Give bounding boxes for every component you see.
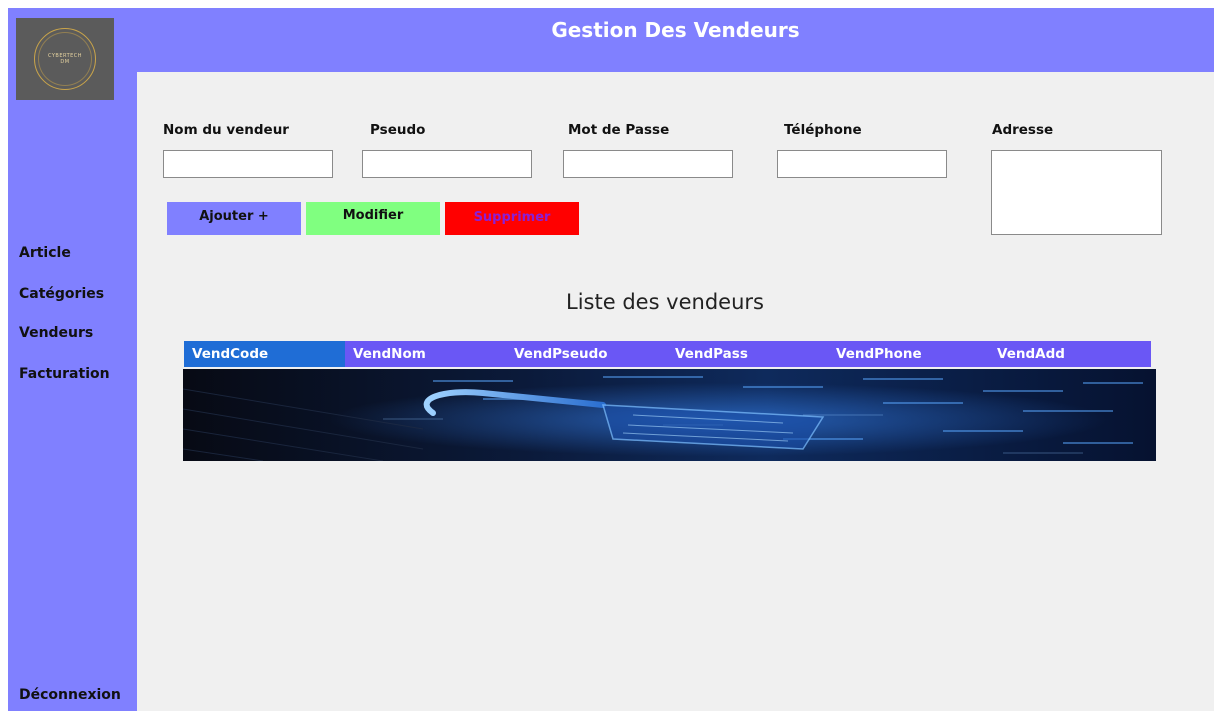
address-label: Adresse <box>992 122 1054 138</box>
sidebar-item-article[interactable]: Article <box>19 245 71 261</box>
cyber-lock-background-image <box>183 369 1156 461</box>
sidebar-item-vendeurs[interactable]: Vendeurs <box>19 325 93 341</box>
password-label: Mot de Passe <box>568 122 670 138</box>
column-header-vendnom[interactable]: VendNom <box>345 341 506 367</box>
sidebar: CYBERTECH DM Article Catégories Vendeurs… <box>8 8 137 711</box>
logo: CYBERTECH DM <box>16 18 114 100</box>
address-textarea[interactable] <box>991 150 1162 235</box>
delete-button[interactable]: Supprimer <box>445 202 579 235</box>
column-header-vendpseudo[interactable]: VendPseudo <box>506 341 667 367</box>
add-button[interactable]: Ajouter + <box>167 202 301 235</box>
page-title: Gestion Des Vendeurs <box>551 18 800 42</box>
header-bar: Gestion Des Vendeurs <box>137 8 1214 72</box>
logo-emblem-icon: CYBERTECH DM <box>34 28 96 90</box>
column-header-vendpass[interactable]: VendPass <box>667 341 828 367</box>
nom-input[interactable] <box>163 150 333 178</box>
list-title: Liste des vendeurs <box>566 290 764 314</box>
phone-input[interactable] <box>777 150 947 178</box>
column-header-vendadd[interactable]: VendAdd <box>989 341 1151 367</box>
vendeurs-table-body[interactable] <box>183 369 1156 461</box>
vendeurs-table-header: VendCode VendNom VendPseudo VendPass Ven… <box>184 341 1151 367</box>
logo-text-line2: DM <box>60 59 70 65</box>
edit-button[interactable]: Modifier <box>306 202 440 235</box>
pseudo-input[interactable] <box>362 150 532 178</box>
nom-label: Nom du vendeur <box>163 122 289 138</box>
column-header-vendphone[interactable]: VendPhone <box>828 341 989 367</box>
password-input[interactable] <box>563 150 733 178</box>
column-header-vendcode[interactable]: VendCode <box>184 341 345 367</box>
app-window: CYBERTECH DM Article Catégories Vendeurs… <box>8 8 1214 711</box>
sidebar-item-facturation[interactable]: Facturation <box>19 366 110 382</box>
logout-link[interactable]: Déconnexion <box>19 687 121 703</box>
pseudo-label: Pseudo <box>370 122 426 138</box>
phone-label: Téléphone <box>784 122 862 138</box>
